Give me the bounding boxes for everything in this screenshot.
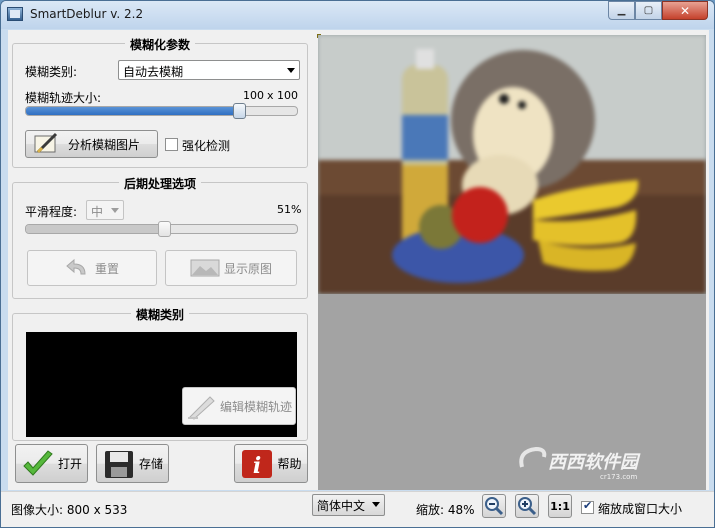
fit-window-checkbox[interactable] [581,499,594,514]
watermark-domain: cr173.com [600,473,637,481]
reset-label: 重置 [94,261,119,276]
save-button[interactable]: 存储 [96,444,169,483]
help-label: 帮助 [277,457,302,471]
reset-button[interactable]: 重置 [27,250,157,286]
app-window: SmartDeblur v. 2.2 ▁ ▢ ✕ 模糊化参数 模糊类别: 自动去… [0,0,715,528]
post-process-group: 后期处理选项 平滑程度: 中 51% 重置 显示原图 [12,177,308,299]
trajectory-slider-track[interactable] [25,106,298,116]
actual-size-button[interactable]: 1:1 [548,494,572,518]
edit-trajectory-button[interactable]: 编辑模糊轨迹 [182,387,296,425]
chevron-down-icon [287,68,295,73]
image-preview[interactable]: 西西软件园 cr173.com [318,35,706,490]
show-original-label: 显示原图 [223,261,272,276]
language-select[interactable]: 简体中文 [312,494,385,516]
zoom-out-button[interactable] [482,494,506,518]
trajectory-size-max: x 100 [267,89,299,102]
preview-photo [318,35,706,294]
save-label: 存储 [138,457,163,471]
chevron-down-icon [111,208,119,213]
blur-kind-title: 模糊类别 [130,308,189,322]
trajectory-slider-fill [26,107,241,115]
smooth-level-select[interactable]: 中 [86,200,124,220]
show-original-button[interactable]: 显示原图 [165,250,297,286]
close-button[interactable]: ✕ [662,1,708,20]
blur-type-select[interactable]: 自动去模糊 [118,60,300,80]
zoom-out-icon [485,497,504,516]
checkmark-icon [23,449,53,476]
svg-text:i: i [253,453,261,479]
watermark-logo-icon: 西西软件园 cr173.com [519,446,641,481]
language-value: 简体中文 [317,499,366,513]
app-icon [7,7,23,21]
zoom-text: 缩放: 48% [416,503,475,517]
edit-trajectory-label: 编辑模糊轨迹 [219,399,292,414]
blur-type-value: 自动去模糊 [123,65,184,79]
maximize-icon: ▢ [643,5,654,16]
undo-arrow-icon [66,258,86,275]
trajectory-size-label: 模糊轨迹大小: [25,91,102,105]
floppy-disk-icon [104,450,133,478]
close-icon: ✕ [679,3,691,18]
status-bar: 图像大小: 800 x 533 简体中文 缩放: 48% 1:1 缩放成窗 [1,491,714,527]
blurred-photo-image [318,35,706,294]
window-title: SmartDeblur v. 2.2 [30,7,144,21]
zoom-in-button[interactable] [515,494,539,518]
watermark: 西西软件园 cr173.com [514,441,694,481]
watermark-brand: 西西软件园 [548,452,641,473]
smooth-percent: 51% [277,203,302,216]
smooth-level-label: 平滑程度: [25,205,78,219]
client-area: 模糊化参数 模糊类别: 自动去模糊 模糊轨迹大小: 100 x 100 分析模糊… [8,30,709,490]
help-button[interactable]: i 帮助 [234,444,308,483]
maximize-button[interactable]: ▢ [635,1,662,20]
trajectory-size-value: 100 [243,89,264,102]
fit-window-label: 缩放成窗口大小 [598,502,683,516]
analyze-blur-button[interactable]: 分析模糊图片 [25,130,158,158]
info-icon: i [242,449,273,479]
smooth-level-value: 中 [91,205,104,219]
minimize-button[interactable]: ▁ [608,1,635,20]
caption-buttons: ▁ ▢ ✕ [608,1,708,20]
smooth-slider-fill [26,225,166,233]
enhanced-detection-checkbox[interactable] [165,138,178,151]
title-bar[interactable]: SmartDeblur v. 2.2 ▁ ▢ ✕ [1,1,714,29]
open-button[interactable]: 打开 [15,444,88,483]
minimize-icon: ▁ [617,5,626,16]
zoom-in-icon [518,497,537,516]
landscape-thumbnail-icon [190,259,220,277]
blur-params-title: 模糊化参数 [124,38,195,52]
analyze-blur-label: 分析模糊图片 [68,137,141,152]
blur-type-label: 模糊类别: [25,65,78,79]
post-process-title: 后期处理选项 [118,177,201,191]
blur-params-group: 模糊化参数 模糊类别: 自动去模糊 模糊轨迹大小: 100 x 100 分析模糊… [12,38,308,168]
trajectory-slider-thumb[interactable] [233,103,246,119]
actual-size-label: 1:1 [550,499,570,513]
enhanced-detection-label: 强化检测 [182,139,231,153]
ruler-pencil-icon [34,132,58,154]
open-label: 打开 [57,457,82,471]
smooth-slider-thumb[interactable] [157,221,171,237]
chevron-down-icon [372,502,380,507]
pen-edit-icon [187,396,215,420]
image-size-text: 图像大小: 800 x 533 [11,503,128,517]
